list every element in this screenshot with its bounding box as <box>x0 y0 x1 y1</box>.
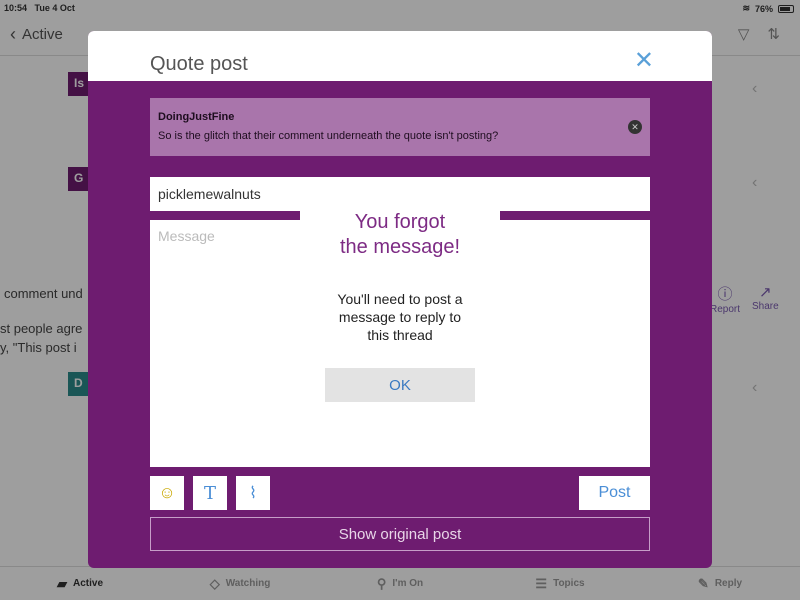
quoted-post: DoingJustFine So is the glitch that thei… <box>150 98 650 156</box>
alert-title: You forgot the message! <box>339 211 461 258</box>
close-icon: ✕ <box>633 47 654 74</box>
sheet-title: Quote post <box>150 53 248 75</box>
attach-button[interactable]: ⌇ <box>236 476 270 510</box>
emoji-button[interactable]: ☺ <box>150 476 184 510</box>
text-format-button[interactable]: T <box>193 476 227 510</box>
post-button[interactable]: Post <box>579 476 650 510</box>
paperclip-icon: ⌇ <box>249 485 257 502</box>
sheet-header: Quote post ✕ <box>88 31 712 81</box>
text-format-icon: T <box>203 482 216 504</box>
smiley-icon: ☺ <box>158 483 176 502</box>
quote-text: So is the glitch that their comment unde… <box>158 130 499 142</box>
alert-dialog: You forgot the message! You'll need to p… <box>300 178 500 422</box>
alert-message: You'll need to post a message to reply t… <box>337 291 463 343</box>
ok-button[interactable]: OK <box>325 368 475 402</box>
show-original-post-button[interactable]: Show original post <box>150 517 650 551</box>
quote-author: DoingJustFine <box>158 111 235 123</box>
close-button[interactable]: ✕ <box>634 49 654 73</box>
remove-quote-icon[interactable]: ✕ <box>628 120 642 134</box>
